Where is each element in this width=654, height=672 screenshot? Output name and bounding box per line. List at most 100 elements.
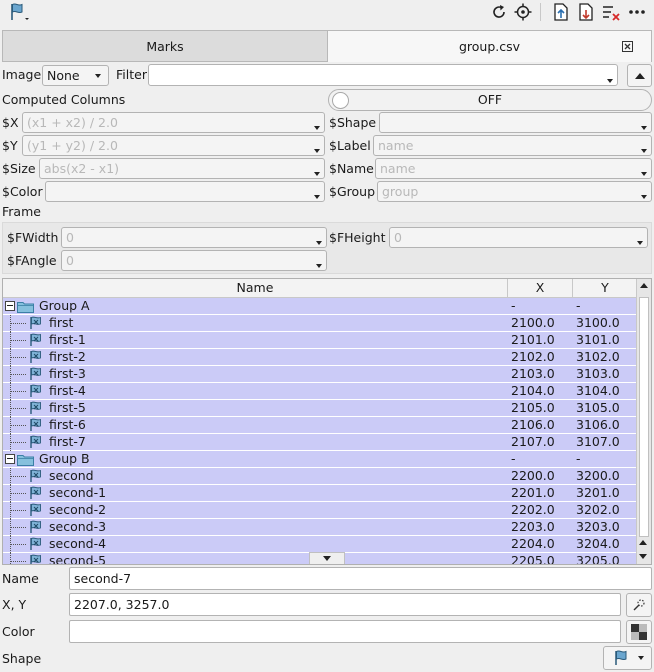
- clear-list-button[interactable]: [600, 1, 622, 23]
- table-row[interactable]: second-1 2201.0 3201.0: [3, 485, 637, 502]
- fwidth-placeholder: 0: [66, 230, 74, 245]
- table-row[interactable]: second-4 2204.0 3204.0: [3, 536, 637, 553]
- color-expression-field[interactable]: [45, 181, 325, 202]
- size-expression-field[interactable]: abs(x2 - x1): [39, 158, 325, 179]
- tree-branch: [11, 391, 26, 392]
- name-label: $Name: [329, 161, 374, 176]
- table-row[interactable]: first-7 2107.0 3107.0: [3, 434, 637, 451]
- tree-branch: [11, 374, 26, 375]
- shape-select[interactable]: [603, 646, 652, 670]
- tab-marks[interactable]: Marks: [2, 30, 328, 62]
- more-icon: [629, 10, 645, 14]
- flag-icon: [29, 333, 43, 347]
- label-expression-field[interactable]: name: [373, 135, 652, 156]
- table-row[interactable]: first-5 2105.0 3105.0: [3, 400, 637, 417]
- chevron-down-icon: [641, 195, 647, 199]
- flag-menu-button[interactable]: [6, 1, 32, 23]
- collapse-toggle-icon[interactable]: [5, 301, 15, 311]
- table-row[interactable]: first 2100.0 3100.0: [3, 315, 637, 332]
- chevron-down-icon: [637, 656, 644, 660]
- label-label: $Label: [329, 138, 371, 153]
- export-button[interactable]: [575, 1, 597, 23]
- refresh-button[interactable]: [488, 1, 510, 23]
- table-row[interactable]: second-3 2203.0 3203.0: [3, 519, 637, 536]
- group-row[interactable]: Group A - -: [3, 298, 637, 315]
- fwidth-field[interactable]: 0: [61, 227, 327, 248]
- name-expression-field[interactable]: name: [375, 158, 652, 179]
- x-expression-field[interactable]: (x1 + x2) / 2.0: [22, 112, 325, 133]
- table-row[interactable]: first-1 2101.0 3101.0: [3, 332, 637, 349]
- row-y: 3205.0: [576, 553, 620, 565]
- size-expression-placeholder: abs(x2 - x1): [44, 161, 120, 176]
- tree-branch: [11, 425, 26, 426]
- pick-position-button[interactable]: [626, 593, 652, 617]
- detail-name-field[interactable]: second-7: [69, 567, 652, 590]
- tree-branch: [11, 323, 26, 324]
- locate-button[interactable]: [512, 1, 534, 23]
- image-label: Image: [2, 67, 42, 82]
- image-select-value: None: [47, 68, 80, 83]
- row-x: 2200.0: [511, 468, 555, 483]
- table-scrollbar[interactable]: [636, 279, 651, 564]
- frame-title: Frame: [2, 204, 41, 219]
- filter-label: Filter: [116, 67, 147, 82]
- color-picker-button[interactable]: [626, 620, 652, 644]
- group-expression-placeholder: group: [382, 184, 419, 199]
- more-button[interactable]: [626, 1, 648, 23]
- flag-icon: [29, 435, 43, 449]
- detail-color-field[interactable]: [69, 620, 621, 643]
- detail-shape-label: Shape: [2, 651, 42, 666]
- collapse-button[interactable]: [627, 64, 652, 87]
- label-expression-placeholder: name: [378, 138, 414, 153]
- table-row[interactable]: first-6 2106.0 3106.0: [3, 417, 637, 434]
- chevron-down-icon: [323, 556, 331, 561]
- import-button[interactable]: [550, 1, 572, 23]
- table-row[interactable]: second-2 2202.0 3202.0: [3, 502, 637, 519]
- row-name: first-7: [49, 434, 86, 449]
- collapse-toggle-icon[interactable]: [5, 454, 15, 464]
- tree-branch: [11, 340, 26, 341]
- flag-icon: [29, 384, 43, 398]
- computed-columns-toggle[interactable]: OFF: [328, 89, 652, 111]
- column-header-y[interactable]: Y: [573, 279, 637, 298]
- filter-input[interactable]: [148, 64, 618, 86]
- tree-branch: [11, 544, 26, 545]
- splitter-handle[interactable]: [309, 552, 345, 564]
- y-expression-field[interactable]: (y1 + y2) / 2.0: [22, 135, 325, 156]
- table-row[interactable]: first-3 2103.0 3103.0: [3, 366, 637, 383]
- detail-name-value: second-7: [74, 571, 132, 586]
- shape-expression-field[interactable]: [379, 112, 652, 133]
- column-header-x[interactable]: X: [508, 279, 573, 298]
- scroll-thumb[interactable]: [639, 297, 649, 537]
- tab-group-csv[interactable]: group.csv: [327, 30, 652, 62]
- tab-close-button[interactable]: [622, 40, 633, 55]
- flag-icon: [29, 350, 43, 364]
- row-x: 2100.0: [511, 315, 555, 330]
- tree-branch: [11, 357, 26, 358]
- tree-branch: [11, 527, 26, 528]
- row-name: first-4: [49, 383, 86, 398]
- row-x: 2106.0: [511, 417, 555, 432]
- group-row[interactable]: Group B - -: [3, 451, 637, 468]
- detail-xy-field[interactable]: 2207.0, 3257.0: [69, 593, 621, 616]
- group-expression-field[interactable]: group: [377, 181, 652, 202]
- image-select[interactable]: None: [42, 65, 109, 86]
- toolbar-separator: [540, 3, 541, 21]
- fangle-field[interactable]: 0: [61, 250, 327, 271]
- row-x: 2102.0: [511, 349, 555, 364]
- tree-branch: [11, 561, 26, 562]
- column-header-name[interactable]: Name: [3, 279, 508, 298]
- scroll-up-icon: [639, 540, 647, 545]
- color-label: $Color: [2, 184, 43, 199]
- scroll-down-icon: [639, 554, 647, 559]
- marks-table[interactable]: Name X Y Group A - - first 2100.0 3100.0 first…: [2, 278, 652, 565]
- table-row[interactable]: first-2 2102.0 3102.0: [3, 349, 637, 366]
- table-row[interactable]: second 2200.0 3200.0: [3, 468, 637, 485]
- fheight-field[interactable]: 0: [389, 227, 648, 248]
- size-label: $Size: [2, 161, 36, 176]
- row-y: 3100.0: [576, 315, 620, 330]
- table-row[interactable]: first-4 2104.0 3104.0: [3, 383, 637, 400]
- fwidth-label: $FWidth: [7, 230, 59, 245]
- x-label: $X: [2, 115, 19, 130]
- detail-color-label: Color: [2, 624, 35, 639]
